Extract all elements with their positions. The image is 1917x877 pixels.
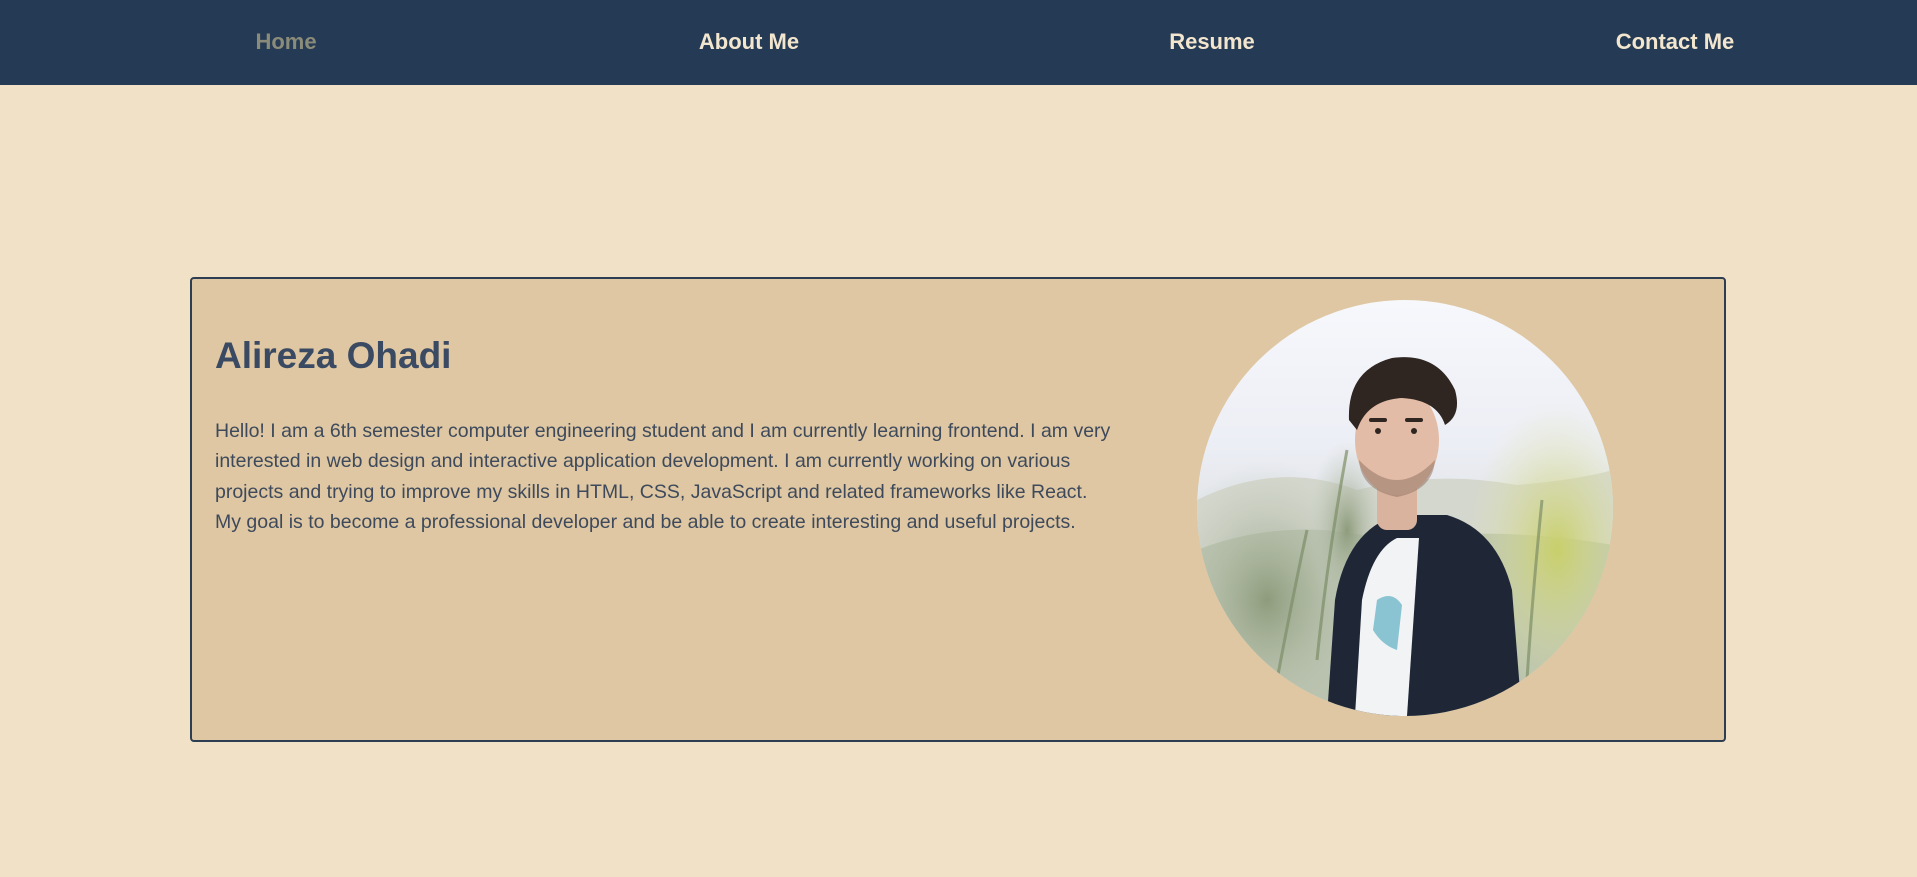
nav-link-resume[interactable]: Resume (1169, 0, 1255, 85)
nav-link-about-me[interactable]: About Me (699, 0, 799, 85)
profile-name: Alireza Ohadi (215, 335, 452, 376)
profile-photo (1197, 300, 1613, 716)
nav-link-home[interactable]: Home (255, 0, 316, 85)
navbar: Home About Me Resume Contact Me (0, 0, 1917, 85)
profile-bio: Hello! I am a 6th semester computer engi… (215, 420, 1111, 533)
profile-photo-illustration (1197, 300, 1613, 716)
nav-link-contact-me[interactable]: Contact Me (1616, 0, 1735, 85)
profile-card: Alireza Ohadi Hello! I am a 6th semester… (190, 277, 1726, 742)
